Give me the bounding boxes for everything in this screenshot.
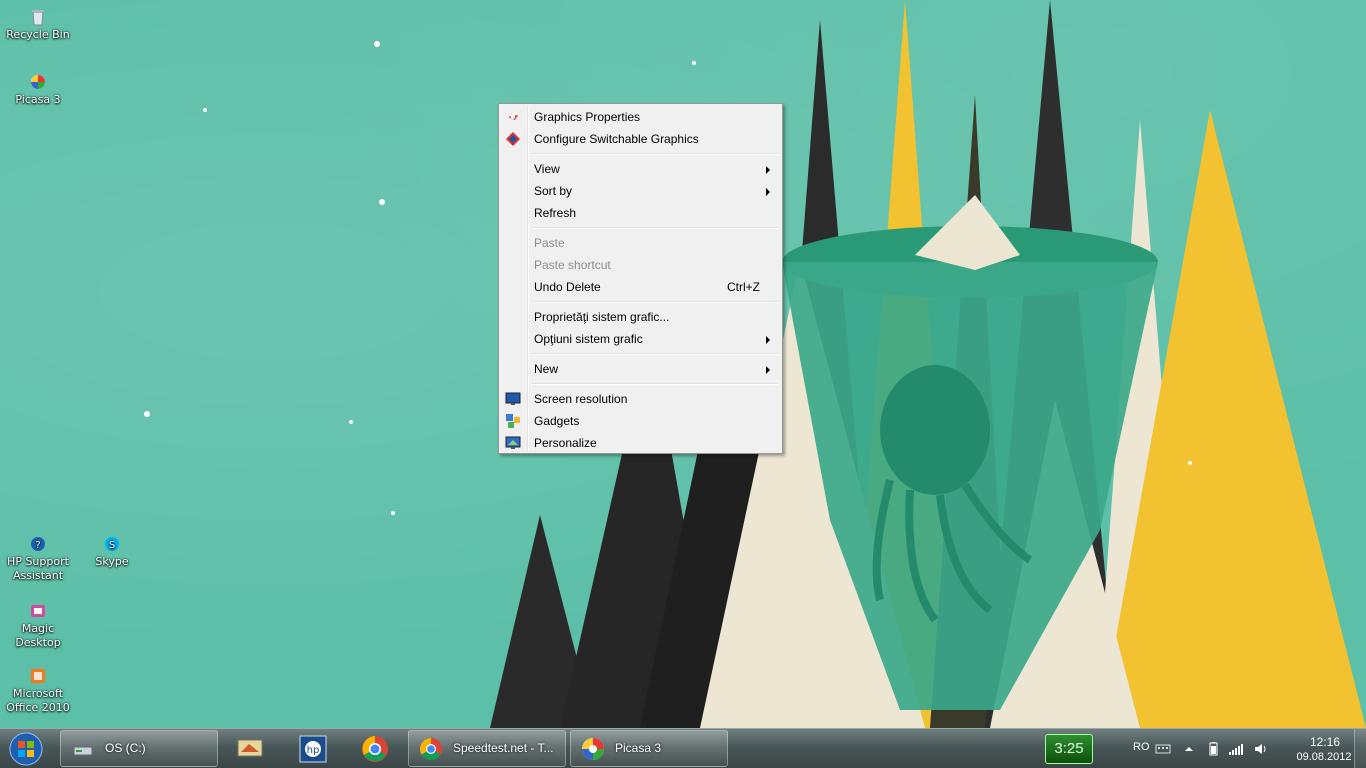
menu-item-gadgets[interactable]: Gadgets (501, 410, 780, 432)
svg-text:hp: hp (307, 745, 320, 756)
taskbar-button-label: Speedtest.net - T... (453, 741, 554, 755)
language-indicator[interactable]: RO (1133, 741, 1150, 753)
submenu-arrow-icon (766, 166, 770, 174)
menu-item-graphics-properties[interactable]: Graphics Properties (501, 106, 780, 128)
hp-support-icon: ? (31, 537, 45, 551)
desktop-context-menu: Graphics Properties Configure Switchable… (498, 103, 783, 454)
desktop-icon-label: Magic Desktop (15, 622, 61, 649)
taskbar-button-label: Picasa 3 (615, 741, 662, 755)
menu-item-new[interactable]: New (501, 358, 780, 380)
gadgets-icon (506, 414, 520, 428)
picasa-icon (582, 738, 604, 760)
submenu-arrow-icon (766, 366, 770, 374)
drive-icon (73, 746, 93, 756)
menu-item-view[interactable]: View (501, 158, 780, 180)
menu-separator (501, 380, 780, 388)
submenu-arrow-icon (766, 188, 770, 196)
menu-separator (501, 150, 780, 158)
menu-item-paste-shortcut[interactable]: Paste shortcut (501, 254, 780, 276)
menu-item-screen-resolution[interactable]: Screen resolution (501, 388, 780, 410)
desktop-icon-label: Skype (95, 555, 129, 568)
desktop-icon-label: Recycle Bin (6, 28, 70, 41)
taskbar-button-label: OS (C:) (105, 741, 146, 755)
menu-separator (501, 350, 780, 358)
taskbar-explorer-button[interactable]: OS (C:) (60, 730, 218, 767)
chrome-icon (420, 738, 442, 760)
desktop-icon-hp-support[interactable]: ? HP Support Assistant (0, 535, 76, 583)
system-tray: RO 12:16 09.08.2012 (1125, 729, 1366, 768)
show-desktop-button[interactable] (1354, 729, 1366, 768)
battery-icon[interactable] (1205, 742, 1221, 756)
menu-item-refresh[interactable]: Refresh (501, 202, 780, 224)
desktop-icon-skype[interactable]: S Skype (74, 535, 150, 569)
skype-icon: S (105, 537, 119, 551)
taskbar: OS (C:) hp Speedtest.net - T... Picasa 3… (0, 728, 1366, 768)
menu-item-undo-delete[interactable]: Undo Delete Ctrl+Z (501, 276, 780, 298)
submenu-arrow-icon (766, 336, 770, 344)
menu-separator (501, 224, 780, 232)
taskbar-pinned-paint-icon[interactable] (225, 732, 275, 766)
recycle-bin-icon (32, 10, 44, 26)
show-hidden-icons-arrow-icon[interactable] (1181, 742, 1197, 756)
desktop-icon-label: Picasa 3 (15, 93, 61, 106)
taskbar-pinned-hp-icon[interactable]: hp (288, 732, 338, 766)
switchable-graphics-icon (506, 132, 520, 146)
svg-text:?: ? (35, 540, 40, 551)
clock-gadget[interactable]: 3:25 (1045, 734, 1093, 764)
desktop-icon-label: HP Support Assistant (7, 555, 69, 582)
keyboard-icon[interactable] (1155, 742, 1171, 756)
taskbar-pinned-chrome-icon[interactable] (350, 732, 400, 766)
clock-date[interactable]: 09.08.2012 (1285, 751, 1363, 763)
desktop-icon-picasa[interactable]: Picasa 3 (0, 73, 76, 107)
desktop-icon-recycle-bin[interactable]: Recycle Bin (0, 8, 76, 42)
personalize-icon (505, 436, 521, 449)
svg-text:S: S (109, 540, 115, 551)
taskbar-chrome-window-button[interactable]: Speedtest.net - T... (408, 730, 566, 767)
magic-desktop-icon (31, 605, 45, 617)
menu-item-configure-switchable-graphics[interactable]: Configure Switchable Graphics (501, 128, 780, 150)
monitor-icon (505, 392, 521, 405)
menu-separator (501, 298, 780, 306)
intel-graphics-icon (508, 115, 518, 120)
menu-item-paste[interactable]: Paste (501, 232, 780, 254)
clock-time[interactable]: 12:16 (1295, 735, 1355, 749)
volume-icon[interactable] (1253, 742, 1269, 756)
menu-item-proprietati-sistem-grafic[interactable]: Proprietăţi sistem grafic... (501, 306, 780, 328)
picasa-icon (31, 75, 45, 89)
menu-item-personalize[interactable]: Personalize (501, 432, 780, 454)
start-button[interactable] (6, 731, 46, 767)
office-icon (31, 669, 45, 683)
menu-item-optiuni-sistem-grafic[interactable]: Opţiuni sistem grafic (501, 328, 780, 350)
taskbar-picasa-window-button[interactable]: Picasa 3 (570, 730, 728, 767)
desktop-icon-office[interactable]: Microsoft Office 2010 (0, 667, 76, 715)
desktop-icon-magic-desktop[interactable]: Magic Desktop (0, 602, 76, 650)
desktop[interactable]: Recycle Bin Picasa 3 ? HP Support Assist… (0, 0, 1366, 728)
network-signal-icon[interactable] (1228, 742, 1244, 756)
desktop-icon-label: Microsoft Office 2010 (6, 687, 70, 714)
menu-item-sort-by[interactable]: Sort by (501, 180, 780, 202)
keyboard-shortcut: Ctrl+Z (727, 280, 760, 294)
